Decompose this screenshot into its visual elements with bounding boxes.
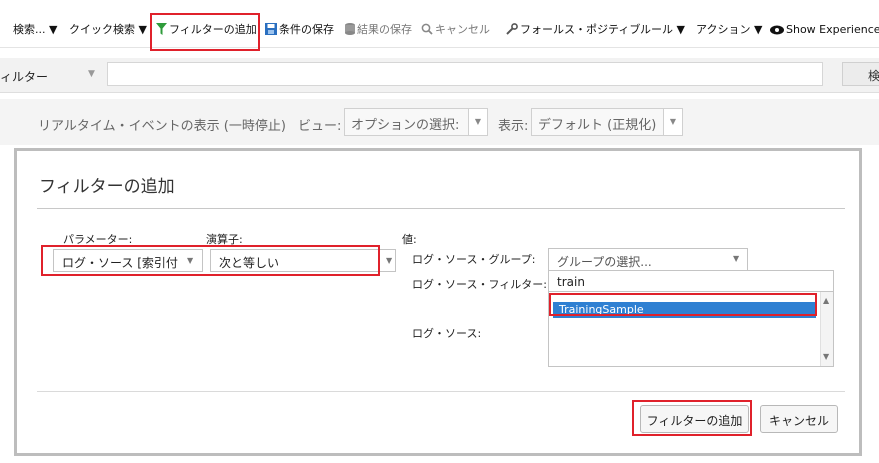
toolbar: 検索... ▼ クイック検索 ▼ フィルターの追加 条件の保存 結果の保存 キャ…	[0, 13, 879, 48]
chevron-down-icon[interactable]: ▼	[386, 256, 392, 265]
log-source-group-select[interactable]: グループの選択...	[548, 248, 748, 271]
eye-icon	[770, 25, 784, 39]
divider	[37, 391, 845, 392]
list-item-highlight	[549, 293, 817, 316]
false-positive-label: フォールス・ポジティブ	[520, 23, 641, 36]
filter-search-button[interactable]: 検	[842, 62, 879, 86]
filter-label: ィルター	[0, 70, 49, 84]
filter-input[interactable]	[107, 62, 823, 86]
realtime-bar: リアルタイム・イベントの表示 (一時停止) ビュー: オプションの選択: ▼ 表…	[0, 99, 879, 145]
quick-search-menu[interactable]: クイック検索 ▼	[69, 23, 147, 37]
chevron-down-icon[interactable]: ▼	[468, 108, 488, 136]
log-source-label: ログ・ソース:	[412, 327, 482, 340]
log-source-filter-value: train	[557, 275, 585, 289]
add-filter-dialog: フィルターの追加 パラメーター: 演算子: 値: ログ・ソース [索引付 ▼ 次…	[14, 148, 862, 456]
log-source-filter-label: ログ・ソース・フィルター:	[412, 278, 547, 291]
realtime-display-link[interactable]: リアルタイム・イベントの表示 (一時停止)	[38, 115, 286, 134]
cancel-search-icon	[421, 23, 433, 39]
filter-bar: ィルター ▼ 検	[0, 58, 879, 93]
rules-menu[interactable]: ルール ▼	[640, 23, 685, 37]
log-source-group-label: ログ・ソース・グループ:	[412, 253, 536, 266]
display-select-value: デフォルト (正規化)	[538, 118, 657, 133]
chevron-down-icon[interactable]: ▼	[663, 108, 683, 136]
value-label: 値:	[402, 233, 417, 246]
database-icon	[345, 23, 355, 39]
chevron-down-icon[interactable]: ▼	[823, 352, 829, 361]
show-experience-button[interactable]: Show Experience	[770, 23, 879, 39]
display-label: 表示:	[498, 119, 529, 134]
cancel-button[interactable]: キャンセル	[760, 405, 838, 433]
list-scrollbar[interactable]: ▲ ▼	[820, 292, 833, 366]
add-filter-highlight	[150, 13, 260, 51]
save-results-button[interactable]: 結果の保存	[345, 23, 412, 39]
log-source-group-value: グループの選択...	[557, 255, 652, 269]
show-experience-label: Show Experience	[786, 23, 879, 36]
save-criteria-button[interactable]: 条件の保存	[265, 23, 334, 39]
cancel-search-button[interactable]: キャンセル	[421, 23, 490, 39]
view-label: ビュー:	[298, 119, 342, 134]
log-source-filter-input[interactable]: train	[548, 270, 834, 293]
dialog-title: フィルターの追加	[39, 177, 175, 197]
save-results-label: 結果の保存	[357, 23, 412, 36]
actions-menu[interactable]: アクション ▼	[696, 23, 762, 37]
filter-dropdown-icon[interactable]: ▼	[88, 69, 95, 79]
chevron-up-icon[interactable]: ▲	[823, 296, 829, 305]
view-select-value: オプションの選択:	[351, 118, 460, 133]
divider	[37, 208, 845, 209]
parameter-operator-highlight	[41, 245, 380, 276]
add-filter-confirm-highlight	[632, 400, 752, 436]
view-select[interactable]: オプションの選択: ▼	[344, 108, 488, 136]
false-positive-button[interactable]: フォールス・ポジティブ	[506, 23, 640, 39]
wrench-icon	[506, 23, 518, 39]
save-icon	[265, 23, 277, 39]
save-criteria-label: 条件の保存	[279, 23, 334, 36]
chevron-down-icon[interactable]: ▼	[733, 254, 739, 263]
cancel-search-label: キャンセル	[435, 23, 490, 36]
search-menu[interactable]: 検索... ▼	[13, 23, 57, 37]
display-select[interactable]: デフォルト (正規化) ▼	[531, 108, 683, 136]
